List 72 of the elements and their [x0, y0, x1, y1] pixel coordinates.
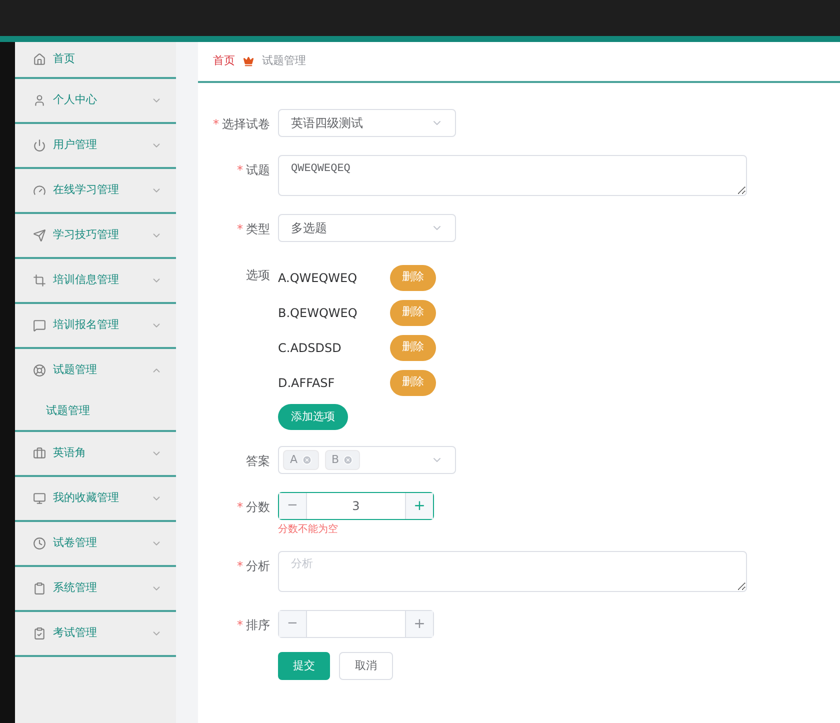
user-icon: [33, 94, 46, 107]
sidebar-item[interactable]: 试卷管理: [15, 522, 176, 565]
crown-icon: [243, 56, 254, 67]
sidebar-item[interactable]: 在线学习管理: [15, 169, 176, 212]
clipboard-icon: [33, 582, 46, 595]
submenu-item[interactable]: 试题管理: [15, 392, 176, 430]
sidebar-item[interactable]: 用户管理: [15, 124, 176, 167]
increment-button[interactable]: +: [405, 493, 433, 519]
breadcrumb-item[interactable]: 试题管理: [262, 53, 306, 70]
multi-select-field[interactable]: A B: [278, 446, 456, 474]
delete-button[interactable]: 删除: [390, 300, 436, 326]
cancel-button[interactable]: 取消: [339, 652, 393, 680]
sidebar-item[interactable]: 首页: [15, 42, 176, 77]
clipboard-check-icon: [33, 627, 46, 640]
select-field[interactable]: 英语四级测试: [278, 109, 456, 137]
required-mark: *: [237, 499, 243, 516]
required-mark: *: [237, 221, 243, 238]
text-area[interactable]: QWEQWEQEQ: [278, 155, 747, 196]
lifebuoy-icon: [33, 364, 46, 377]
sidebar-item[interactable]: 培训报名管理: [15, 304, 176, 347]
field-label: 试题: [246, 162, 270, 179]
option-text: B.QEWQWEQ: [278, 304, 358, 322]
field-label: 排序: [246, 617, 270, 634]
number-input[interactable]: − +: [278, 610, 434, 638]
sidebar-item[interactable]: 英语角: [15, 432, 176, 475]
field-label: 选择试卷: [222, 116, 270, 133]
sidebar-item[interactable]: 我的收藏管理: [15, 477, 176, 520]
answer-tag[interactable]: B: [324, 450, 360, 470]
submit-button[interactable]: 提交: [278, 652, 330, 680]
breadcrumb-item[interactable]: 首页: [213, 53, 235, 70]
remove-icon[interactable]: [343, 455, 354, 465]
required-mark: *: [237, 617, 243, 634]
sidebar-item[interactable]: 个人中心: [15, 79, 176, 122]
sidebar-item[interactable]: 培训信息管理: [15, 259, 176, 302]
sidebar-item[interactable]: 学习技巧管理: [15, 214, 176, 257]
sidebar-item[interactable]: 考试管理: [15, 612, 176, 655]
add-option-button[interactable]: 添加选项: [278, 404, 348, 430]
number-input[interactable]: − 3 +: [278, 492, 434, 520]
clock-icon: [33, 537, 46, 550]
field-label: 分数: [246, 499, 270, 516]
message-icon: [33, 319, 46, 332]
decrement-button[interactable]: −: [279, 493, 307, 519]
field-label: 选项: [246, 267, 270, 284]
power-icon: [33, 139, 46, 152]
crop-icon: [33, 274, 46, 287]
decrement-button[interactable]: −: [279, 611, 307, 637]
sidebar-item[interactable]: 系统管理: [15, 567, 176, 610]
sidebar-item[interactable]: 试题管理: [15, 349, 176, 392]
delete-button[interactable]: 删除: [390, 334, 436, 360]
required-mark: *: [213, 116, 219, 133]
field-label: 答案: [246, 453, 270, 470]
error-message: 分数不能为空: [278, 522, 339, 537]
monitor-icon: [33, 492, 46, 505]
home-icon: [33, 53, 46, 66]
select-field[interactable]: 多选题: [278, 214, 456, 242]
field-label: 分析: [246, 558, 270, 575]
required-mark: *: [237, 162, 243, 179]
gauge-icon: [33, 184, 46, 197]
text-area[interactable]: 分析: [278, 551, 747, 592]
remove-icon[interactable]: [302, 455, 312, 465]
option-text: C.ADSDSD: [278, 340, 342, 356]
number-value: 3: [351, 498, 361, 515]
delete-button[interactable]: 删除: [390, 264, 436, 290]
option-text: D.AFFASF: [278, 374, 336, 392]
option-text: A.QWEQWEQ: [278, 270, 358, 286]
paper-plane-icon: [33, 229, 46, 242]
increment-button[interactable]: +: [405, 611, 433, 637]
briefcase-icon: [33, 447, 46, 460]
field-label: 类型: [246, 221, 270, 238]
answer-tag[interactable]: A: [283, 450, 319, 470]
delete-button[interactable]: 删除: [390, 370, 436, 396]
required-mark: *: [237, 558, 243, 575]
